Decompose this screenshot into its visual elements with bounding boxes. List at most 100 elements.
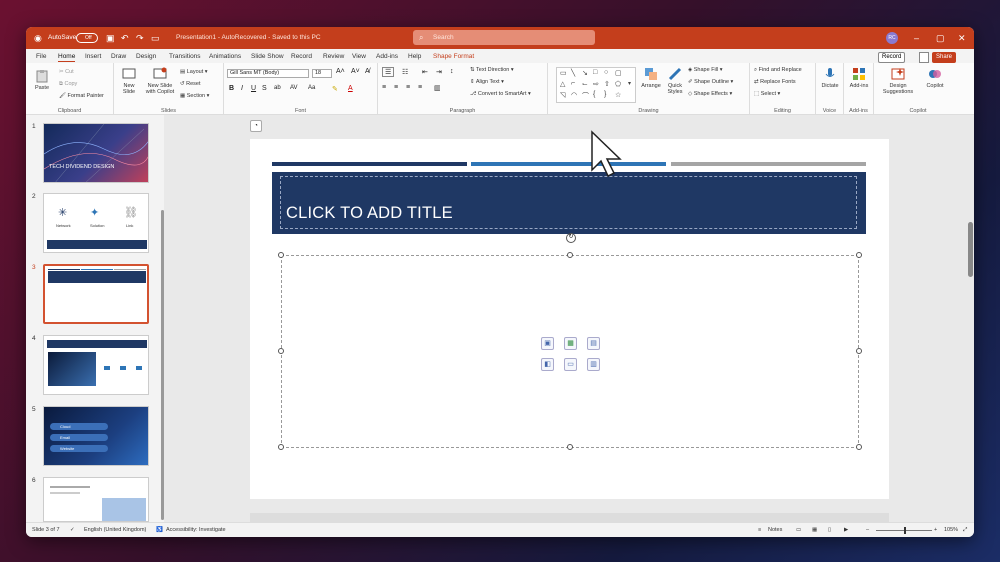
- new-slide-copilot-button[interactable]: New Slide with Copilot: [142, 67, 178, 95]
- up-arrow-shape-icon[interactable]: ⇧: [604, 80, 610, 88]
- shape-effects-button[interactable]: ◇ Shape Effects ▾: [688, 91, 732, 97]
- resize-handle[interactable]: [278, 252, 284, 258]
- resize-handle[interactable]: [856, 252, 862, 258]
- slideshow-view-icon[interactable]: ▶: [844, 527, 848, 533]
- oval-shape-icon[interactable]: ○: [604, 69, 608, 76]
- fit-slide-icon[interactable]: ⤢: [963, 527, 967, 534]
- bullets-icon[interactable]: ☰: [382, 67, 395, 77]
- resize-handle[interactable]: [856, 348, 862, 354]
- dictate-button[interactable]: Dictate: [818, 67, 842, 89]
- comments-icon[interactable]: [919, 52, 929, 63]
- rotate-handle-icon[interactable]: ↻: [566, 233, 576, 243]
- arrow-shape-icon[interactable]: ↘: [582, 69, 588, 77]
- slide-thumbnail-6[interactable]: [43, 477, 149, 522]
- quick-styles-button[interactable]: Quick Styles: [664, 67, 686, 95]
- maximize-icon[interactable]: ▢: [936, 27, 945, 49]
- insert-video-icon[interactable]: ▭: [564, 358, 577, 371]
- spellcheck-icon[interactable]: ✓: [70, 527, 75, 533]
- notes-icon[interactable]: ≡: [758, 527, 761, 533]
- design-suggestions-button[interactable]: Design Suggestions: [878, 67, 918, 95]
- canvas-scrollbar[interactable]: [968, 222, 973, 277]
- resize-handle[interactable]: [567, 444, 573, 450]
- shape-outline-button[interactable]: ✐ Shape Outline ▾: [688, 79, 733, 85]
- change-case-icon[interactable]: Aa: [308, 85, 315, 91]
- line-shape-icon[interactable]: ╲: [571, 69, 575, 77]
- clear-format-icon[interactable]: A̸: [365, 68, 370, 75]
- find-replace-button[interactable]: ⌕ Find and Replace: [754, 67, 802, 74]
- decrease-indent-icon[interactable]: ⇤: [422, 68, 428, 76]
- bold-icon[interactable]: B: [229, 85, 234, 92]
- paste-button[interactable]: Paste: [32, 69, 52, 91]
- text-direction-button[interactable]: ⇅ Text Direction ▾: [470, 67, 514, 73]
- minimize-icon[interactable]: –: [914, 27, 919, 49]
- shapes-gallery[interactable]: ▭ ╲ ↘ □ ○ ▢ △ ⌐ ⌙ ⇨ ⇧ ⬠ ◹ ◠ ⌒ { } ☆ ▾: [556, 67, 636, 103]
- increase-font-icon[interactable]: A˄: [336, 68, 345, 75]
- tab-help[interactable]: Help: [408, 52, 421, 61]
- tab-draw[interactable]: Draw: [111, 52, 126, 61]
- tab-slide-show[interactable]: Slide Show: [251, 52, 284, 61]
- resize-handle[interactable]: [856, 444, 862, 450]
- numbering-icon[interactable]: ☷: [402, 68, 408, 76]
- select-button[interactable]: ⬚ Select ▾: [754, 91, 780, 97]
- align-right-icon[interactable]: ≡: [406, 84, 410, 91]
- right-arrow-shape-icon[interactable]: ⇨: [593, 80, 599, 88]
- pentagon-shape-icon[interactable]: ⬠: [615, 80, 621, 88]
- language-indicator[interactable]: English (United Kingdom): [84, 527, 146, 533]
- bracket-shape-icon[interactable]: ⌒: [582, 91, 589, 101]
- font-size-select[interactable]: 18: [312, 69, 332, 78]
- normal-view-icon[interactable]: ▭: [796, 527, 801, 533]
- increase-indent-icon[interactable]: ⇥: [436, 68, 442, 76]
- convert-smartart-button[interactable]: ⎇ Convert to SmartArt ▾: [470, 91, 531, 97]
- tab-design[interactable]: Design: [136, 52, 156, 61]
- slide-3[interactable]: CLICK TO ADD TITLE ↻ ▣ ▦ ▤ ◧ ▭ ▥: [250, 139, 889, 499]
- zoom-level[interactable]: 105%: [944, 527, 958, 533]
- arc-shape-icon[interactable]: ◠: [571, 91, 577, 99]
- tab-file[interactable]: File: [36, 52, 46, 61]
- strikethrough-icon[interactable]: S: [262, 85, 267, 92]
- more-shapes-icon[interactable]: ▾: [628, 80, 631, 87]
- save-icon[interactable]: ▣: [106, 27, 115, 49]
- slide-thumbnail-5[interactable]: Cloud Email Website: [43, 406, 149, 466]
- resize-handle[interactable]: [278, 444, 284, 450]
- slide-thumbnail-4[interactable]: [43, 335, 149, 395]
- close-icon[interactable]: ✕: [958, 27, 966, 49]
- font-name-select[interactable]: Gill Sans MT (Body): [227, 69, 309, 78]
- slide-thumbnail-1[interactable]: TECH DIVIDEND DESIGN: [43, 123, 149, 183]
- share-button[interactable]: Share: [932, 52, 957, 63]
- tab-review[interactable]: Review: [323, 52, 344, 61]
- brace-left-shape-icon[interactable]: {: [593, 91, 595, 98]
- triangle-shape-icon[interactable]: △: [560, 80, 565, 88]
- avatar[interactable]: RC: [886, 32, 898, 44]
- tab-transitions[interactable]: Transitions: [169, 52, 201, 61]
- section-button[interactable]: ▦ Section ▾: [180, 93, 209, 99]
- italic-icon[interactable]: I: [241, 85, 243, 92]
- accessibility-status[interactable]: Accessibility: Investigate: [166, 527, 226, 533]
- reset-button[interactable]: ↺ Reset: [180, 81, 201, 87]
- content-placeholder[interactable]: ▣ ▦ ▤ ◧ ▭ ▥: [278, 252, 862, 450]
- zoom-out-icon[interactable]: –: [866, 527, 869, 533]
- justify-icon[interactable]: ≡: [418, 84, 422, 91]
- copilot-button[interactable]: Copilot: [922, 67, 948, 89]
- insert-smartart-icon[interactable]: ▥: [587, 358, 600, 371]
- cut-button[interactable]: ✂ Cut: [59, 69, 74, 75]
- rectangle-shape-icon[interactable]: □: [593, 69, 597, 76]
- title-placeholder[interactable]: CLICK TO ADD TITLE: [272, 172, 866, 234]
- char-spacing-icon[interactable]: AV: [290, 85, 298, 91]
- insert-chart-icon[interactable]: ▤: [587, 337, 600, 350]
- elbow-shape-icon[interactable]: ⌐: [571, 80, 575, 87]
- align-text-button[interactable]: ⇕ Align Text ▾: [470, 79, 504, 85]
- replace-fonts-button[interactable]: ⇄ Replace Fonts: [754, 79, 796, 85]
- resize-handle[interactable]: [278, 348, 284, 354]
- tab-animations[interactable]: Animations: [209, 52, 241, 61]
- tab-record[interactable]: Record: [291, 52, 312, 61]
- record-button[interactable]: Record: [878, 52, 906, 63]
- zoom-in-icon[interactable]: +: [934, 527, 937, 533]
- redo-icon[interactable]: ↷: [136, 27, 144, 49]
- align-center-icon[interactable]: ≡: [394, 84, 398, 91]
- designer-accessibility-icon[interactable]: ◔: [250, 120, 262, 132]
- highlight-icon[interactable]: ✎: [332, 85, 338, 93]
- columns-icon[interactable]: ▥: [434, 84, 441, 92]
- underline-icon[interactable]: U: [251, 85, 256, 92]
- insert-table-icon[interactable]: ▦: [564, 337, 577, 350]
- shadow-icon[interactable]: ab: [274, 85, 281, 91]
